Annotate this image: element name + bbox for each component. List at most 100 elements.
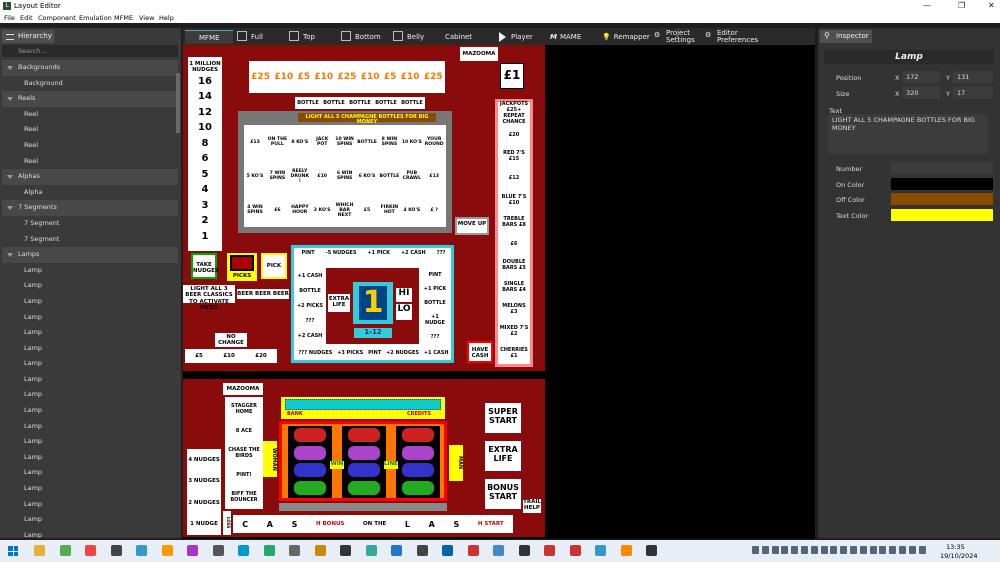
hierarchy-item[interactable]: Reel (2, 137, 178, 154)
picks-lamp[interactable]: PICKS (227, 253, 257, 281)
line-lamp[interactable]: LINE (384, 461, 398, 469)
hierarchy-item[interactable]: Lamp (2, 356, 178, 372)
hierarchy-item[interactable]: Lamp (2, 481, 178, 497)
nudge-stack-lamp[interactable]: 1 NUDGE (187, 521, 221, 527)
jackpot-lamp[interactable]: RED 7'S £15 (498, 146, 530, 168)
move-up-lamp[interactable]: MOVE UP (455, 217, 489, 235)
feature-cell[interactable]: £13 (244, 129, 266, 155)
cash-trail-lamp[interactable]: S (292, 520, 298, 529)
pick-cell[interactable]: +1 PICK (367, 250, 389, 268)
lo-lamp[interactable]: LO (396, 304, 412, 320)
feature-cell[interactable]: 4 KO'S (401, 197, 423, 223)
tray-icon[interactable] (918, 546, 926, 554)
feature-lamp[interactable]: PINT! (225, 472, 263, 478)
taskbar-app-icon[interactable] (314, 545, 326, 556)
cash-lamp[interactable]: £20 (255, 353, 266, 359)
pick-cell[interactable]: ??? (437, 250, 446, 268)
woman-lamp[interactable]: WOMAN (263, 441, 277, 477)
pick-cell[interactable]: +2 CASH (401, 250, 426, 268)
feature-cell[interactable]: FIRKIN HOT (378, 197, 400, 223)
jackpots-ladder[interactable]: JACKPOTS £25+ REPEAT CHANCE £20 RED 7'S £1… (495, 99, 533, 367)
tab-mfme[interactable]: MFME (185, 30, 233, 44)
menu-help[interactable]: Help (159, 14, 174, 22)
taskbar-app-icon[interactable] (161, 545, 173, 556)
hierarchy-item[interactable]: 7 Segment (2, 215, 178, 232)
cash-trail-lamp[interactable]: C (242, 520, 248, 529)
tab-bottom[interactable]: Bottom (341, 30, 381, 44)
tray-icon[interactable] (771, 546, 779, 554)
position-x-input[interactable]: 172 (902, 71, 940, 83)
bottom-glass[interactable]: MAZOOMA STAGGER HOME 8 ACE CHASE THE BIRDS… (183, 379, 545, 537)
hierarchy-item[interactable]: Lamp (2, 527, 178, 538)
tray-icon[interactable] (899, 546, 906, 554)
taskbar-app-icon[interactable] (289, 545, 300, 556)
feature-cell[interactable]: £6 (266, 197, 288, 223)
taskbar-app-icon[interactable] (340, 545, 351, 556)
cash-trail-lamp[interactable]: H BONUS (316, 521, 344, 527)
inspector-tab[interactable]: ⚲ Inspector (820, 30, 872, 43)
feature-cell[interactable]: £ ? (423, 197, 445, 223)
cash-trail-lamp[interactable]: S (453, 520, 459, 529)
hierarchy-item[interactable]: Lamp (2, 325, 178, 341)
cash-trail-lamp[interactable]: A (429, 520, 435, 529)
feature-lamp[interactable]: CHASE THE BIRDS (225, 447, 263, 459)
feature-cell[interactable]: £13 (423, 163, 445, 189)
hierarchy-group[interactable]: Lamps (2, 247, 178, 263)
taskbar-app-icon[interactable] (595, 545, 606, 556)
reel-2[interactable] (342, 426, 386, 498)
tray-icon[interactable] (752, 546, 759, 554)
feature-trail[interactable]: STAGGER HOME 8 ACE CHASE THE BIRDS PINT! BIF… (225, 397, 263, 509)
hierarchy-item[interactable]: Alpha (2, 184, 178, 201)
taskbar-app-icon[interactable] (620, 545, 632, 556)
text-color-swatch[interactable] (891, 209, 993, 221)
bonus-start-button[interactable]: BONUS START (485, 479, 521, 509)
taskbar-app-icon[interactable] (569, 545, 581, 556)
reel-1[interactable] (288, 426, 332, 498)
jackpot-lamp[interactable]: DOUBLE BARS £5 (498, 255, 530, 277)
taskbar-app-icon[interactable] (263, 545, 275, 556)
taskbar-app-icon[interactable] (365, 545, 377, 556)
cash-trail-lamp[interactable]: A (267, 520, 273, 529)
feature-cell[interactable]: JACK POT (311, 129, 333, 155)
pick-cell[interactable]: BOTTLE (296, 288, 324, 294)
taskbar-app-icon[interactable] (518, 545, 530, 556)
on-color-swatch[interactable] (891, 178, 993, 190)
cash-trail-lamp[interactable]: L (405, 520, 410, 529)
pick-cell[interactable]: +3 PICKS (337, 350, 363, 356)
taskbar-app-icon[interactable] (85, 545, 96, 556)
menu-component[interactable]: Component (38, 14, 76, 22)
tray-icon[interactable] (840, 546, 848, 554)
minimize-button[interactable]: — (923, 1, 931, 10)
number-input[interactable] (891, 162, 993, 174)
money-strip[interactable]: £25 £10 £5 £10 £25 £10 £5 £10 £25 (249, 61, 445, 93)
bottle-row[interactable]: BOTTLE BOTTLE BOTTLE BOTTLE BOTTLE (295, 97, 425, 109)
hierarchy-tab[interactable]: Hierarchy (2, 30, 54, 43)
hierarchy-item[interactable]: Background (2, 75, 178, 92)
hierarchy-item[interactable]: Lamp (2, 340, 178, 357)
tray-icon[interactable] (781, 546, 789, 554)
mame-button[interactable]: M MAME (550, 30, 581, 44)
taskbar-app-icon[interactable] (238, 545, 249, 556)
jackpot-lamp[interactable]: CHERRIES £1 (498, 342, 530, 364)
taskbar-app-icon[interactable] (442, 545, 453, 556)
jackpot-lamp[interactable]: TREBLE BARS £8 (498, 211, 530, 233)
feature-cell[interactable]: BOTTLE (378, 163, 400, 189)
cash-trail-lamp[interactable]: H START (478, 521, 504, 527)
trail-help-lamp[interactable]: TRAIL HELP (523, 499, 541, 513)
extra-life-button[interactable]: EXTRA LIFE (485, 441, 521, 471)
pick-cell[interactable]: +2 PICKS (296, 303, 324, 309)
tray-icon[interactable] (908, 546, 916, 554)
super-start-button[interactable]: SUPER START (485, 403, 521, 433)
start-button[interactable] (8, 546, 18, 556)
taskbar-app-icon[interactable] (187, 545, 198, 556)
text-area[interactable]: LIGHT ALL 5 CHAMPAGNE BOTTLES FOR BIG MO… (828, 114, 988, 154)
menu-mfme[interactable]: MFME (114, 14, 133, 22)
hierarchy-item[interactable]: Lamp (2, 418, 178, 435)
feature-cell[interactable]: HAPPY HOUR (289, 197, 311, 223)
feature-lamp[interactable]: STAGGER HOME (225, 403, 263, 415)
have-cash-lamp[interactable]: HAVE CASH (467, 341, 493, 363)
player-button[interactable]: Player (499, 30, 533, 44)
no-change-lamp[interactable]: NO CHANGE (215, 333, 247, 347)
hierarchy-item[interactable]: Lamp (2, 371, 178, 388)
nudges-ladder[interactable]: 1 MILLION NUDGES 16 14 12 10 8 6 5 4 3 2 1 (188, 57, 222, 251)
